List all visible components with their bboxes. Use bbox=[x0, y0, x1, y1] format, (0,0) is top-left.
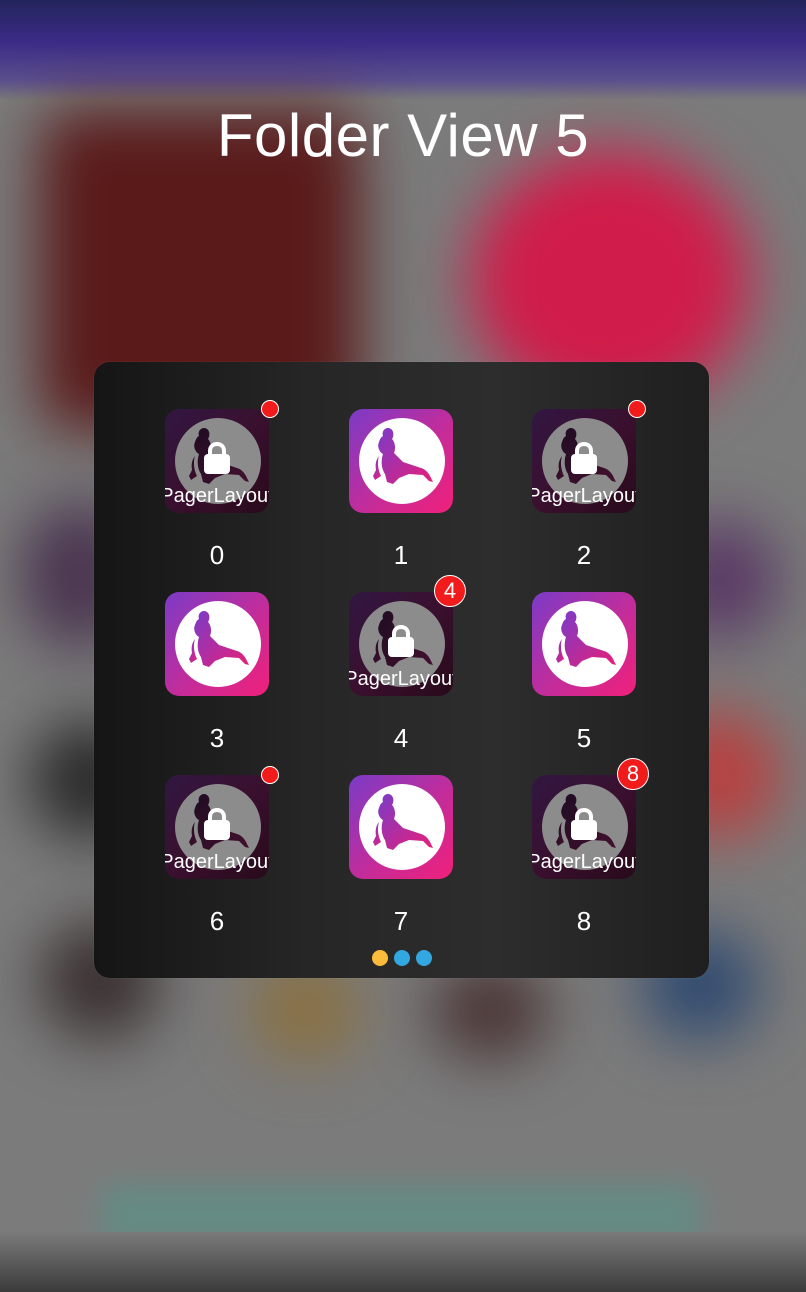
locked-overlay-text: PagerLayout bbox=[165, 851, 269, 873]
page-dot-2[interactable] bbox=[415, 950, 432, 966]
locked-overlay-text: PagerLayout bbox=[349, 668, 453, 690]
locked-app-icon[interactable]: PagerLayout bbox=[165, 409, 269, 513]
folder-item-5[interactable]: 5 bbox=[461, 545, 645, 753]
folder-item-7[interactable]: 7 bbox=[278, 728, 462, 936]
lock-icon bbox=[201, 807, 233, 846]
folder-item-label: 6 bbox=[209, 906, 225, 936]
folder-item-8[interactable]: PagerLayout 8 8 bbox=[461, 728, 649, 936]
folder-item-label: 7 bbox=[393, 906, 409, 936]
locked-overlay-text: PagerLayout bbox=[532, 485, 636, 507]
folder-item-6[interactable]: PagerLayout 6 bbox=[94, 728, 279, 936]
locked-overlay-text: PagerLayout bbox=[532, 851, 636, 873]
page-dot-1[interactable] bbox=[393, 950, 410, 966]
silhouette-icon bbox=[359, 784, 445, 870]
folder-item-3[interactable]: 3 bbox=[94, 545, 278, 753]
lock-icon bbox=[568, 441, 600, 480]
notification-badge: 4 bbox=[434, 575, 466, 607]
lock-icon bbox=[201, 441, 233, 480]
notification-dot bbox=[261, 400, 279, 418]
folder-item-2[interactable]: PagerLayout 2 bbox=[461, 362, 646, 570]
folder-item-4[interactable]: PagerLayout 4 4 bbox=[278, 545, 466, 753]
page-indicator[interactable] bbox=[94, 950, 709, 971]
silhouette-app-icon[interactable] bbox=[349, 775, 453, 879]
folder-item-label: 8 bbox=[576, 906, 592, 936]
notification-badge: 8 bbox=[617, 758, 649, 790]
folder-item-0[interactable]: PagerLayout 0 bbox=[94, 362, 279, 570]
locked-app-icon[interactable]: PagerLayout bbox=[532, 409, 636, 513]
notification-dot bbox=[628, 400, 646, 418]
folder-item-1[interactable]: 1 bbox=[278, 362, 462, 570]
page-dot-0[interactable] bbox=[371, 950, 388, 966]
folder-title[interactable]: Folder View 5 bbox=[0, 104, 806, 168]
silhouette-icon bbox=[175, 601, 261, 687]
silhouette-app-icon[interactable] bbox=[349, 409, 453, 513]
locked-app-icon[interactable]: PagerLayout bbox=[165, 775, 269, 879]
silhouette-icon bbox=[359, 418, 445, 504]
lock-icon bbox=[568, 807, 600, 846]
folder-grid: PagerLayout 0 1 PagerLayout 2 3 PagerLayout 4 4 5… bbox=[94, 362, 709, 942]
lock-icon bbox=[385, 624, 417, 663]
notification-dot bbox=[261, 766, 279, 784]
locked-app-icon[interactable]: PagerLayout bbox=[532, 775, 636, 879]
locked-app-icon[interactable]: PagerLayout bbox=[349, 592, 453, 696]
silhouette-app-icon[interactable] bbox=[532, 592, 636, 696]
silhouette-icon bbox=[542, 601, 628, 687]
silhouette-app-icon[interactable] bbox=[165, 592, 269, 696]
locked-overlay-text: PagerLayout bbox=[165, 485, 269, 507]
folder-panel: PagerLayout 0 1 PagerLayout 2 3 PagerLayout 4 4 5… bbox=[94, 362, 709, 978]
